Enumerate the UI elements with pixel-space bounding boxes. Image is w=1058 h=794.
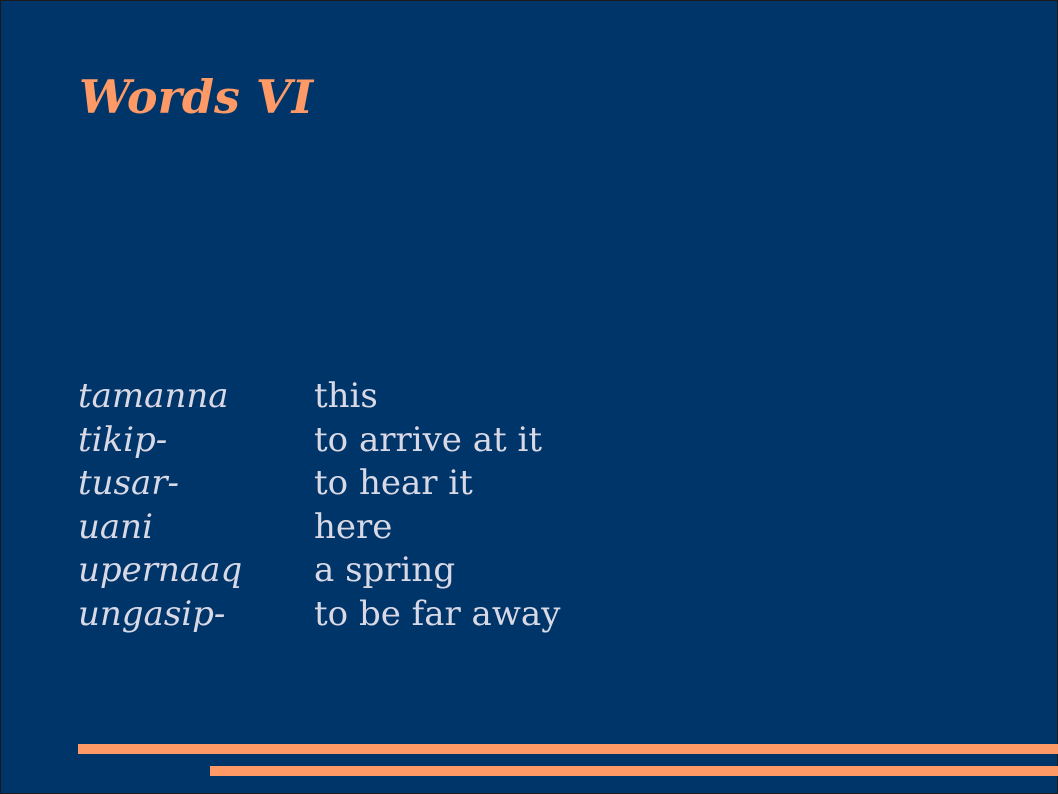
vocabulary-term: upernaaq: [78, 550, 243, 591]
vocabulary-row: upernaaq a spring: [78, 549, 560, 593]
vocabulary-gloss: this: [314, 376, 378, 416]
vocabulary-term: uani: [78, 506, 153, 547]
vocabulary-term: tamanna: [78, 376, 229, 416]
slide: Words VI tamanna this tikip- to arrive a…: [0, 0, 1058, 794]
vocabulary-gloss: a spring: [314, 550, 456, 591]
vocabulary-row: tikip- to arrive at it: [78, 419, 560, 463]
vocabulary-gloss: to arrive at it: [314, 419, 543, 460]
vocabulary-term: ungasip-: [78, 593, 226, 634]
vocabulary-term: tusar-: [78, 463, 180, 504]
slide-title: Words VI: [79, 70, 314, 124]
decorative-rule-bottom: [210, 766, 1058, 776]
vocabulary-gloss: to hear it: [314, 463, 473, 504]
vocabulary-row: ungasip- to be far away: [78, 593, 560, 637]
vocabulary-row: uani here: [78, 506, 560, 550]
vocabulary-list: tamanna this tikip- to arrive at it tusa…: [78, 375, 560, 637]
vocabulary-gloss: here: [314, 506, 393, 547]
vocabulary-term: tikip-: [78, 419, 168, 460]
vocabulary-row: tusar- to hear it: [78, 462, 560, 506]
decorative-rule-top: [78, 744, 1058, 754]
vocabulary-gloss: to be far away: [314, 593, 561, 634]
vocabulary-row: tamanna this: [78, 375, 560, 419]
